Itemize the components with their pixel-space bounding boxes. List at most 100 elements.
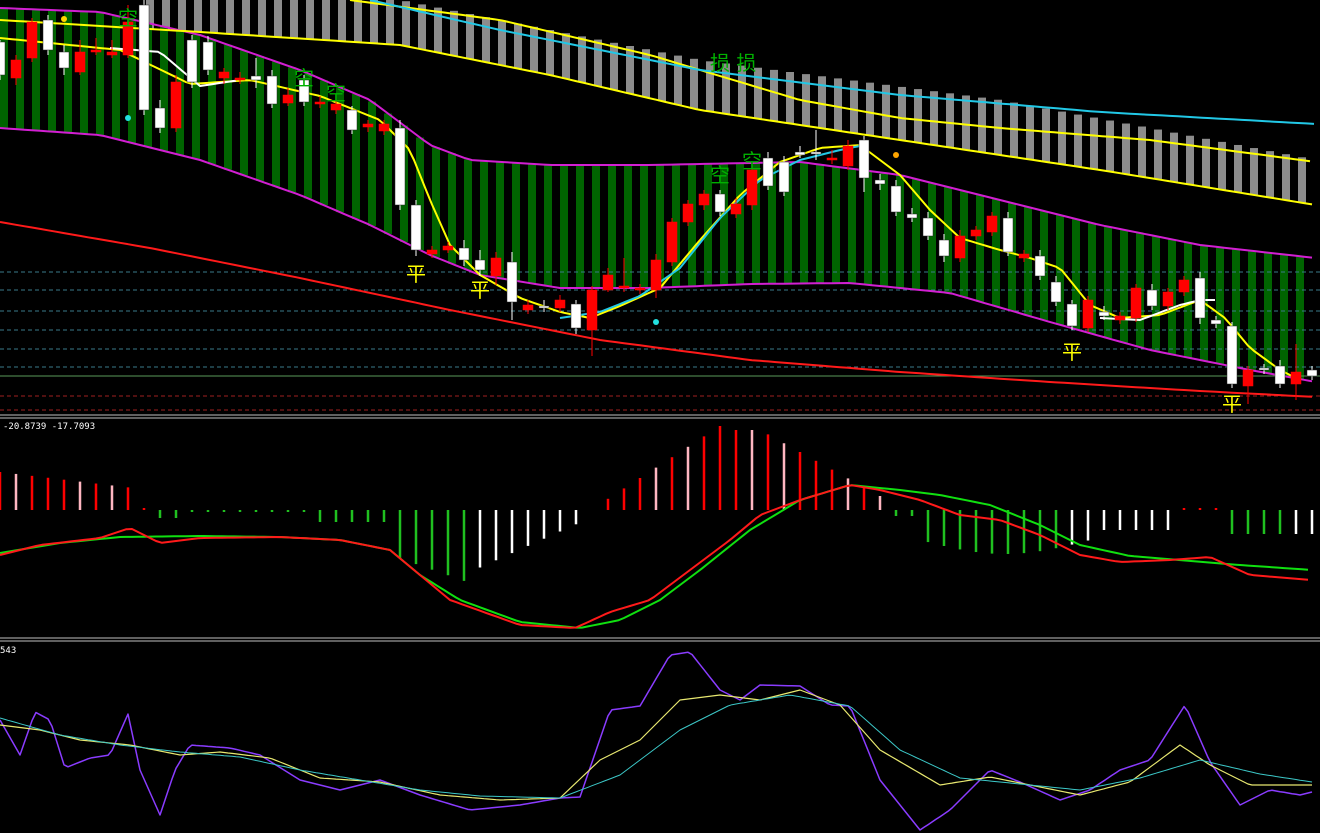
cloud-stripe xyxy=(226,0,234,34)
candle-body xyxy=(474,259,486,271)
candle-body xyxy=(362,123,374,128)
candle-body xyxy=(1258,367,1270,371)
oscillator-pane xyxy=(0,651,1313,831)
cloud-stripe xyxy=(816,164,824,284)
cloud-stripe xyxy=(642,49,650,98)
candle-body xyxy=(1290,371,1302,385)
cloud-stripe xyxy=(848,168,856,284)
cloud-stripe xyxy=(690,58,698,109)
cloud-stripe xyxy=(864,170,872,285)
price-chart: 空 空 空 空 空 损 损 平 平 平 平 -20.8739 -17.7093 … xyxy=(0,0,1320,831)
candle-body xyxy=(634,287,646,291)
cloud-stripe xyxy=(178,0,186,31)
candle-body xyxy=(1002,217,1014,253)
macd-signal-line xyxy=(0,484,1309,629)
cloud-stripe xyxy=(594,39,602,87)
candle-body xyxy=(1130,287,1142,319)
candle-body xyxy=(506,261,518,303)
candle-body xyxy=(10,59,22,79)
cloud-stripe xyxy=(194,0,202,32)
candle-body xyxy=(954,235,966,259)
oscillator-fast-line xyxy=(0,651,1313,831)
signal-label: 损 损 xyxy=(710,51,756,75)
cloud-stripe xyxy=(1154,129,1162,180)
cloud-stripe xyxy=(338,0,346,42)
candle-body xyxy=(314,101,326,105)
cloud-stripe xyxy=(576,165,584,288)
cloud-stripe xyxy=(800,162,808,284)
signal-label: 平 xyxy=(470,278,490,302)
cloud-upper-line xyxy=(349,0,1311,163)
candle-body xyxy=(762,157,774,187)
candle-body xyxy=(1050,281,1062,303)
candle-body xyxy=(394,127,406,206)
candle-body xyxy=(730,203,742,215)
candle-body xyxy=(1146,289,1158,307)
cloud-stripe xyxy=(962,95,970,150)
candle-body xyxy=(890,185,902,213)
candle-body xyxy=(538,305,550,309)
cloud-stripe xyxy=(290,0,298,39)
cloud-stripe xyxy=(322,0,330,41)
cloud-stripe xyxy=(546,30,554,75)
cloud-stripe xyxy=(1058,111,1066,165)
cloud-stripe xyxy=(256,56,264,181)
cloud-stripe xyxy=(736,163,744,285)
cloud-stripe xyxy=(928,183,936,292)
cloud-stripe xyxy=(528,163,536,284)
candle-body xyxy=(714,193,726,213)
signal-label: 空 xyxy=(742,149,762,173)
cloud-stripe xyxy=(608,165,616,288)
candle-body xyxy=(586,289,598,331)
cloud-stripe xyxy=(162,0,170,30)
cloud-stripe xyxy=(1266,151,1274,198)
cloud-stripe xyxy=(560,165,568,288)
candle-body xyxy=(26,21,38,59)
candle-body xyxy=(74,51,86,73)
candle-body xyxy=(1306,369,1318,377)
candle-body xyxy=(282,94,294,104)
signal-label: 空 xyxy=(118,6,138,30)
candle-body xyxy=(378,123,390,132)
cloud-stripe xyxy=(498,20,506,66)
cloud-stripe xyxy=(1090,117,1098,170)
candle-body xyxy=(666,221,678,263)
candle-body xyxy=(682,203,694,223)
candle-body xyxy=(570,303,582,329)
candle-body xyxy=(1018,253,1030,259)
cloud-stripe xyxy=(64,10,72,133)
candle-body xyxy=(218,71,230,79)
cloud-stripe xyxy=(1106,120,1114,172)
cloud-stripe xyxy=(450,10,458,56)
candle-body xyxy=(698,193,710,206)
cloud-stripe xyxy=(80,11,88,134)
cloud-stripe xyxy=(1216,247,1224,364)
candle-body xyxy=(202,41,214,71)
cloud-stripe xyxy=(1104,226,1112,339)
candle-body xyxy=(874,179,886,185)
candle-body xyxy=(90,49,102,53)
candle-body xyxy=(1178,279,1190,293)
candle-body xyxy=(170,81,182,129)
candle-body xyxy=(522,304,534,311)
candle-body xyxy=(778,161,790,193)
cloud-stripe xyxy=(562,33,570,79)
candle-body xyxy=(1194,277,1206,319)
candle-body xyxy=(266,75,278,105)
candle-body xyxy=(0,41,6,76)
cloud-stripe xyxy=(626,46,634,94)
candle-body xyxy=(1210,319,1222,325)
candle-body xyxy=(554,299,566,309)
cloud-stripe xyxy=(480,160,488,276)
signal-label: 平 xyxy=(1222,392,1242,416)
cloud-stripe xyxy=(688,164,696,287)
candle-body xyxy=(1066,303,1078,327)
cloud-stripe xyxy=(640,165,648,288)
cloud-stripe xyxy=(224,44,232,170)
cloud-stripe xyxy=(1074,114,1082,167)
candle-body xyxy=(442,245,454,251)
cloud-stripe xyxy=(370,0,378,44)
signal-label: 空 xyxy=(710,163,730,187)
cloud-stripe xyxy=(514,23,522,69)
marker-dot xyxy=(125,115,131,121)
